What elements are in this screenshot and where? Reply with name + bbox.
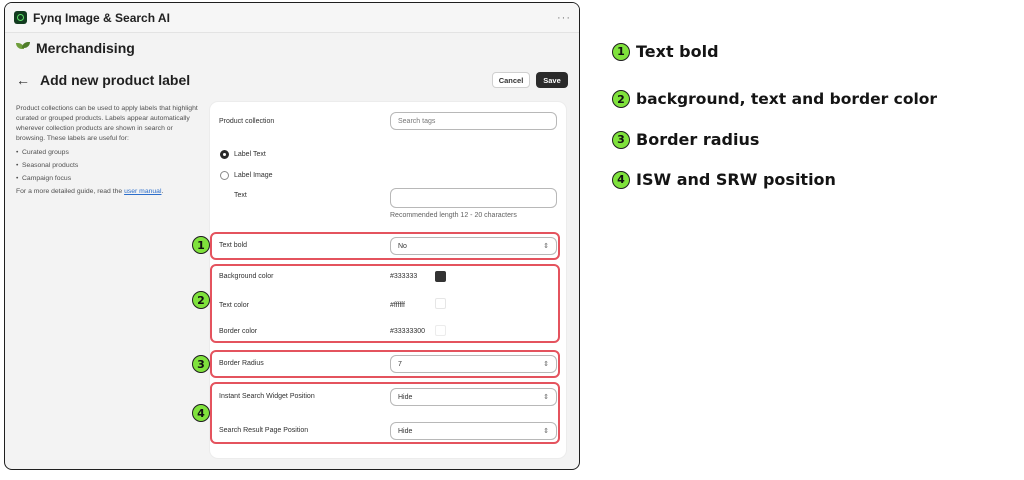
section-header: Merchandising xyxy=(16,40,135,56)
list-item: Curated groups xyxy=(16,146,202,159)
more-icon[interactable]: ··· xyxy=(557,12,571,24)
legend-item: 2 background, text and border color xyxy=(612,90,937,108)
highlight-box-2 xyxy=(210,264,560,343)
page-header: ← Add new product label xyxy=(16,72,190,88)
user-manual-link[interactable]: user manual xyxy=(124,188,161,195)
step-badge: 4 xyxy=(192,404,210,422)
label-text-input[interactable] xyxy=(390,188,557,208)
guide-suffix: . xyxy=(161,188,164,195)
description: Product collections can be used to apply… xyxy=(16,104,202,197)
cancel-button[interactable]: Cancel xyxy=(492,72,530,88)
step-badge: 3 xyxy=(192,355,210,373)
label-text-radio[interactable] xyxy=(220,150,229,159)
label-image-option: Label Image xyxy=(234,172,273,179)
legend-item: 1 Text bold xyxy=(612,42,719,61)
guide-prefix: For a more detailed guide, read the xyxy=(16,188,125,195)
back-arrow-icon[interactable]: ← xyxy=(16,72,30,88)
leaf-icon xyxy=(16,42,30,54)
use-case-list: Curated groups Seasonal products Campaig… xyxy=(16,146,202,185)
highlight-box-3 xyxy=(210,350,560,378)
page-title: Add new product label xyxy=(40,72,191,88)
section-title: Merchandising xyxy=(36,40,135,56)
step-badge: 4 xyxy=(612,170,630,189)
product-collection-search-input[interactable]: Search tags xyxy=(390,112,557,130)
list-item: Campaign focus xyxy=(16,172,202,185)
step-badge: 3 xyxy=(612,130,630,149)
highlight-box-4 xyxy=(210,382,560,444)
legend-item: 4 ISW and SRW position xyxy=(612,170,836,189)
text-label: Text xyxy=(234,192,247,199)
list-item: Seasonal products xyxy=(16,159,202,172)
save-button[interactable]: Save xyxy=(536,72,568,88)
search-placeholder: Search tags xyxy=(398,117,436,125)
legend-text: Text bold xyxy=(636,42,719,61)
product-collection-label: Product collection xyxy=(219,118,275,125)
label-text-option: Label Text xyxy=(234,151,266,158)
step-badge: 2 xyxy=(192,291,210,309)
text-length-hint: Recommended length 12 - 20 characters xyxy=(390,212,517,219)
step-badge: 1 xyxy=(612,42,630,61)
app-logo-icon xyxy=(14,11,27,24)
legend-text: ISW and SRW position xyxy=(636,170,836,189)
step-badge: 2 xyxy=(612,90,630,108)
title-bar: Fynq Image & Search AI ··· xyxy=(5,3,579,33)
legend-item: 3 Border radius xyxy=(612,130,759,149)
highlight-box-1 xyxy=(210,232,560,260)
app-title: Fynq Image & Search AI xyxy=(33,10,170,25)
step-badge: 1 xyxy=(192,236,210,254)
legend-text: Border radius xyxy=(636,130,760,149)
label-image-radio[interactable] xyxy=(220,171,229,180)
guide-text: For a more detailed guide, read the user… xyxy=(16,187,202,197)
legend-text: background, text and border color xyxy=(636,90,938,108)
description-text: Product collections can be used to apply… xyxy=(16,105,198,142)
